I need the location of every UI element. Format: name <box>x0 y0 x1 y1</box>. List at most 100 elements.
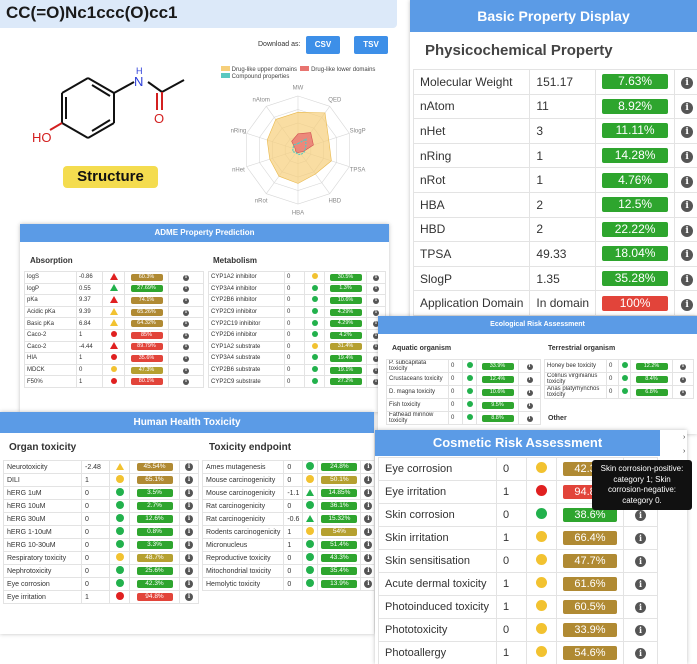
probability-badge: 85% <box>130 331 163 339</box>
info-icon[interactable]: i <box>185 502 193 510</box>
probability-badge: 45.54% <box>136 463 173 471</box>
info-icon[interactable]: i <box>364 567 373 575</box>
info-icon[interactable]: i <box>373 297 379 304</box>
info-icon[interactable]: i <box>185 541 193 549</box>
property-name: Eye corrosion <box>3 577 82 591</box>
property-name: nRing <box>412 142 531 169</box>
radar-axis-label: QED <box>328 97 342 103</box>
info-icon[interactable]: i <box>364 463 373 471</box>
info-icon[interactable]: i <box>681 274 694 287</box>
radar-axis-label: nAtom <box>253 97 270 103</box>
table-row: CYP3A4 substrate 0 19.4% i <box>208 352 386 365</box>
csv-button[interactable]: CSV <box>306 36 340 54</box>
info-icon[interactable]: i <box>364 580 373 588</box>
property-name: CYP2C19 inhibitor <box>208 317 285 330</box>
probability-badge: 4.2% <box>329 331 362 339</box>
info-icon[interactable]: i <box>364 476 373 484</box>
info-icon[interactable]: i <box>364 502 373 510</box>
info-icon[interactable]: i <box>183 274 189 281</box>
indicator-dot <box>621 388 628 394</box>
property-value: 1 <box>496 526 527 550</box>
indicator-dot <box>306 579 315 587</box>
info-icon[interactable]: i <box>681 249 694 262</box>
info-icon[interactable]: i <box>364 554 373 562</box>
info-icon[interactable]: i <box>364 528 373 536</box>
info-icon[interactable]: i <box>183 309 189 316</box>
info-icon[interactable]: i <box>185 528 193 536</box>
info-icon[interactable]: i <box>183 332 189 339</box>
info-icon[interactable]: i <box>681 200 694 213</box>
table-row: Mitochondrial toxicity 0 35.4% i <box>201 564 374 578</box>
info-icon[interactable]: i <box>183 297 189 304</box>
indicator-dot <box>466 388 473 394</box>
probability-badge: 10.6% <box>329 296 362 304</box>
info-icon[interactable]: i <box>635 648 646 659</box>
info-icon[interactable]: i <box>364 489 373 497</box>
info-icon[interactable]: i <box>183 367 189 374</box>
info-icon[interactable]: i <box>185 463 193 471</box>
info-icon[interactable]: i <box>364 515 373 523</box>
info-icon[interactable]: i <box>185 593 193 601</box>
info-icon[interactable]: i <box>183 286 189 293</box>
table-row: Photoallergy 1 54.6% i <box>378 641 658 664</box>
info-icon[interactable]: i <box>373 286 379 293</box>
info-icon[interactable]: i <box>364 541 373 549</box>
probability-badge: 61.6% <box>563 577 617 591</box>
indicator-dot <box>466 362 473 368</box>
info-icon[interactable]: i <box>185 554 193 562</box>
info-icon[interactable]: i <box>680 389 686 396</box>
table-row: Eye corrosion0 42.3% i <box>3 577 199 591</box>
info-icon[interactable]: i <box>183 379 189 386</box>
info-icon[interactable]: i <box>681 77 694 90</box>
info-icon[interactable]: i <box>635 625 646 636</box>
info-icon[interactable]: i <box>185 567 193 575</box>
property-value: 0 <box>284 328 305 342</box>
info-icon[interactable]: i <box>681 126 694 139</box>
tsv-button[interactable]: TSV <box>354 36 388 54</box>
info-icon[interactable]: i <box>526 363 533 370</box>
table-row: CYP2C19 inhibitor 0 4.29% i <box>208 317 386 330</box>
indicator-dot <box>306 527 315 535</box>
info-icon[interactable]: i <box>681 101 694 114</box>
info-icon[interactable]: i <box>635 533 646 544</box>
probability-badge: 33.9% <box>481 362 514 370</box>
info-icon[interactable]: i <box>635 579 646 590</box>
probability-badge: 25.6% <box>136 567 173 575</box>
info-icon[interactable]: i <box>681 151 694 164</box>
info-icon[interactable]: i <box>183 321 189 328</box>
info-icon[interactable]: i <box>373 309 379 316</box>
info-icon[interactable]: i <box>680 376 686 383</box>
info-icon[interactable]: i <box>680 363 686 370</box>
info-icon[interactable]: i <box>681 224 694 237</box>
info-icon[interactable]: i <box>185 476 193 484</box>
table-row: Fish toxicity 0 9.5% i <box>386 398 541 412</box>
organ-toxicity-table: Neurotoxicity -2.48 45.54% i DILI 1 65.1% i hERG… <box>3 460 199 604</box>
property-name: Nephrotoxicity <box>3 564 82 578</box>
property-name: CYP2B6 substrate <box>208 363 285 377</box>
info-icon[interactable]: i <box>635 602 646 613</box>
indicator-dot <box>311 354 318 361</box>
property-value: 0.55 <box>76 282 103 296</box>
info-icon[interactable]: i <box>185 489 193 497</box>
info-icon[interactable]: i <box>183 355 189 362</box>
info-icon[interactable]: i <box>635 510 646 521</box>
info-icon[interactable]: i <box>185 580 193 588</box>
property-value: 0 <box>81 486 110 500</box>
property-name: nHet <box>412 118 531 144</box>
info-icon[interactable]: i <box>526 415 533 422</box>
info-icon[interactable]: i <box>681 298 694 311</box>
probability-badge: 31.4% <box>329 343 362 351</box>
info-icon[interactable]: i <box>635 556 646 567</box>
table-row: Rat carcinogenicity 0 36.1% i <box>201 499 374 513</box>
info-icon[interactable]: i <box>526 402 533 409</box>
atom-ho: HO <box>32 130 52 145</box>
terrestrial-table: Honey bee toxicity 0 12.2% i Colinus virgini… <box>544 359 694 399</box>
info-icon[interactable]: i <box>526 389 533 396</box>
info-icon[interactable]: i <box>373 274 379 281</box>
property-value: 0 <box>448 411 463 425</box>
info-icon[interactable]: i <box>183 344 189 351</box>
probability-badge: 8.92% <box>602 98 669 114</box>
info-icon[interactable]: i <box>526 376 533 383</box>
info-icon[interactable]: i <box>185 515 193 523</box>
info-icon[interactable]: i <box>681 175 694 188</box>
